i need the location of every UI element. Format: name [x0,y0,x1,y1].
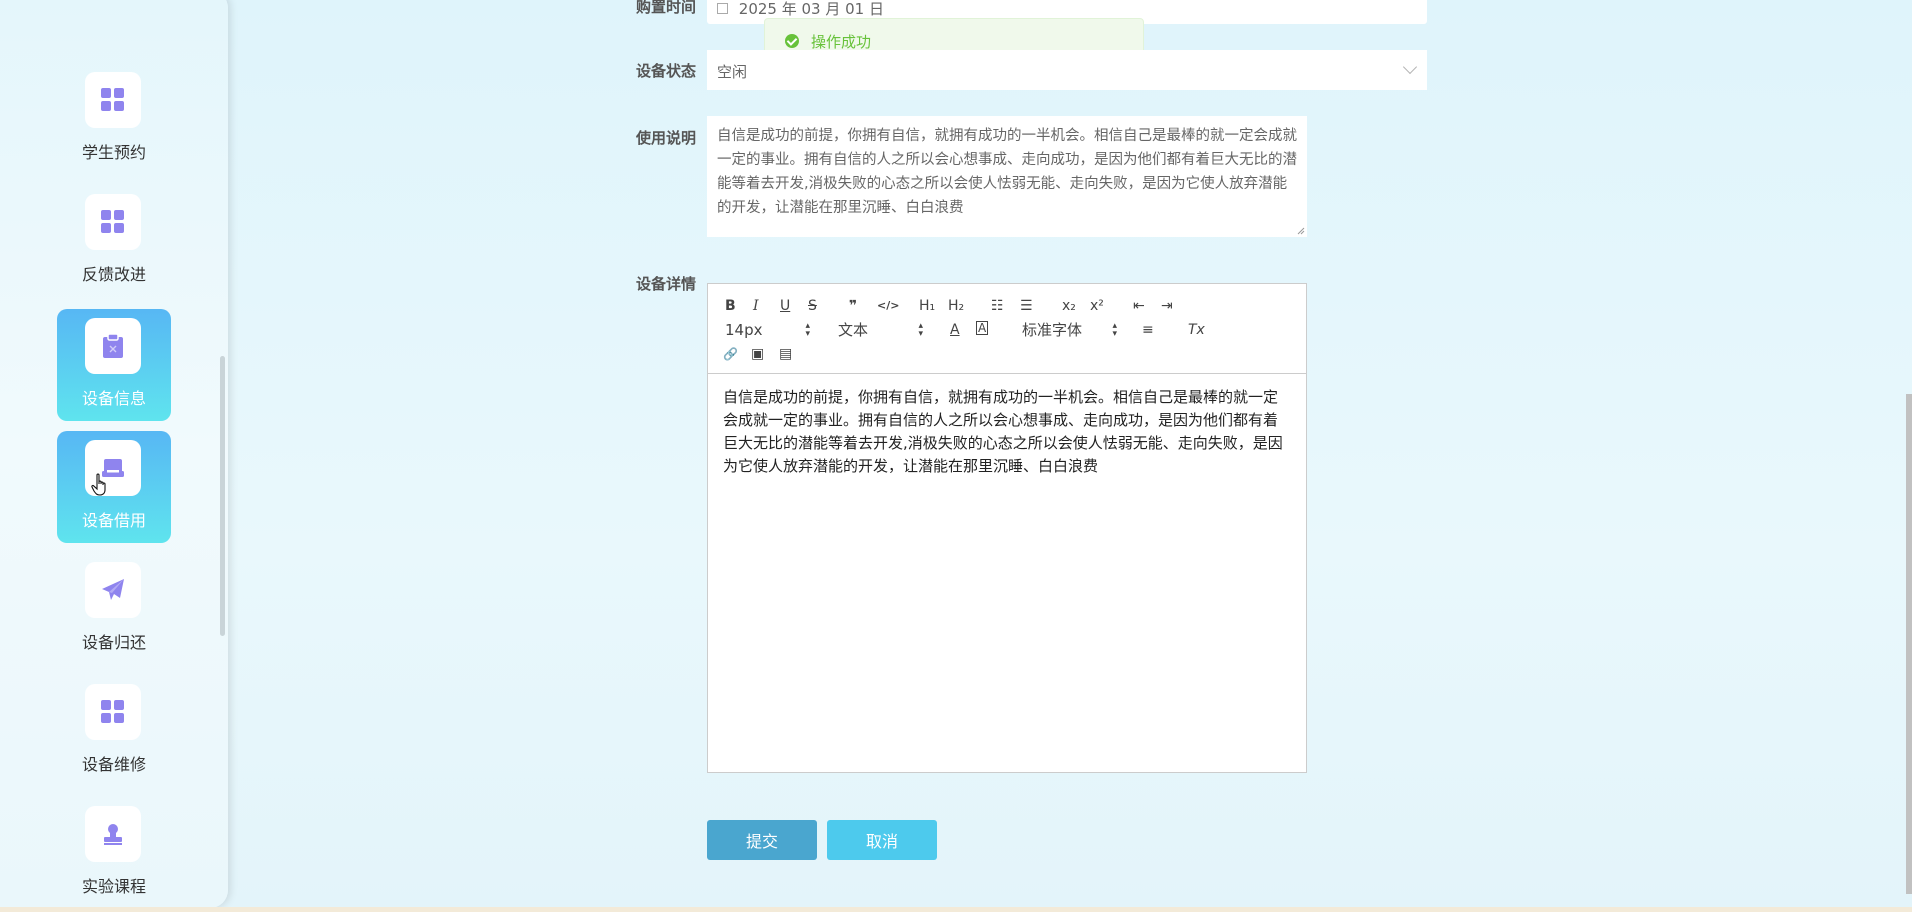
font-family-picker[interactable]: 标准字体 ▴ ▾ [1022,321,1117,339]
sidebar-item-device-info[interactable]: 设备信息 [57,309,171,421]
underline-button[interactable]: U [780,297,790,315]
grid-icon [85,72,141,128]
sidebar-scrollbar[interactable] [220,356,225,636]
page-scrollbar[interactable] [1906,394,1912,894]
usage-textarea[interactable]: 自信是成功的前提，你拥有自信，就拥有成功的一半机会。相信自己是最棒的就一定会成就… [707,116,1307,237]
chevron-down-icon [1402,59,1418,75]
sidebar-item-feedback[interactable]: 反馈改进 [57,185,171,297]
header-picker[interactable]: 文本 ▴ ▾ [838,321,923,339]
superscript-button[interactable]: x² [1090,297,1104,315]
subscript-button[interactable]: x₂ [1062,297,1076,315]
blockquote-button[interactable]: ❞ [849,297,857,315]
status-select[interactable]: 空闲 [707,50,1427,90]
rich-text-editor: B I U S ❞ </> H₁ H₂ ☷ ☰ x₂ x² ⇤ ⇥ 14px ▴… [707,283,1307,773]
ordered-list-button[interactable]: ☷ [991,297,1004,315]
paper-plane-icon [85,562,141,618]
updown-arrow-icon: ▴ ▾ [1112,321,1117,339]
sidebar-item-label: 反馈改进 [81,265,146,284]
font-family-value: 标准字体 [1022,321,1083,339]
hand-cursor-icon [91,473,106,496]
indent-button[interactable]: ⇥ [1161,297,1173,315]
bullet-list-button[interactable]: ☰ [1020,297,1033,315]
sidebar-item-label: 设备信息 [81,389,146,408]
usage-text: 自信是成功的前提，你拥有自信，就拥有成功的一半机会。相信自己是最棒的就一定会成就… [717,128,1297,216]
editor-toolbar: B I U S ❞ </> H₁ H₂ ☷ ☰ x₂ x² ⇤ ⇥ 14px ▴… [708,284,1306,374]
bold-button[interactable]: B [725,297,736,315]
sidebar-item-label: 实验课程 [81,877,146,896]
link-button[interactable]: 🔗 [723,345,738,363]
outdent-button[interactable]: ⇤ [1133,297,1145,315]
updown-arrow-icon: ▴ ▾ [918,321,923,339]
status-value: 空闲 [717,63,748,81]
strike-button[interactable]: S [808,297,817,315]
sidebar-item-label: 设备借用 [81,511,146,530]
editor-content[interactable]: 自信是成功的前提，你拥有自信，就拥有成功的一半机会。相信自己是最棒的就一定会成就… [708,374,1306,490]
font-size-value: 14px [725,321,763,339]
italic-button[interactable]: I [753,297,759,315]
video-button[interactable]: ▤ [779,345,792,363]
grid-icon [85,194,141,250]
sidebar-item-device-borrow[interactable]: 设备借用 [57,431,171,543]
purchase-date-label: 购置时间 [635,0,696,16]
clipboard-icon [85,318,141,374]
clean-format-button[interactable]: Tx [1188,321,1205,339]
sidebar-item-device-repair[interactable]: 设备维修 [57,675,171,787]
bottom-border [0,907,1912,912]
purchase-date-value: 2025 年 03 月 01 日 [738,0,884,18]
sidebar-item-label: 设备维修 [81,755,146,774]
sidebar-item-lab-course[interactable]: 实验课程 [57,797,171,909]
resize-handle-icon[interactable] [1297,227,1305,235]
cancel-button[interactable]: 取消 [827,820,937,860]
stamp-icon [85,806,141,862]
sidebar-item-label: 学生预约 [81,143,146,162]
toast-message: 操作成功 [811,32,872,51]
grid-icon [85,684,141,740]
header-value: 文本 [838,321,869,339]
align-button[interactable]: ≡ [1142,321,1154,339]
status-label: 设备状态 [635,62,696,80]
submit-button[interactable]: 提交 [707,820,817,860]
detail-label: 设备详情 [635,275,696,293]
sidebar-item-device-return[interactable]: 设备归还 [57,553,171,665]
image-button[interactable]: ▣ [751,345,764,363]
font-size-picker[interactable]: 14px ▴ ▾ [725,321,810,339]
check-circle-icon [785,34,799,48]
sidebar-item-label: 设备归还 [81,633,146,652]
calendar-icon [717,3,728,14]
code-block-button[interactable]: </> [877,297,899,315]
font-color-button[interactable]: A [950,321,960,339]
h2-button[interactable]: H₂ [948,297,964,315]
background-color-button[interactable]: A [976,321,989,335]
usage-label: 使用说明 [635,129,696,147]
sidebar-item-student-booking[interactable]: 学生预约 [57,63,171,175]
updown-arrow-icon: ▴ ▾ [805,321,810,339]
h1-button[interactable]: H₁ [919,297,935,315]
